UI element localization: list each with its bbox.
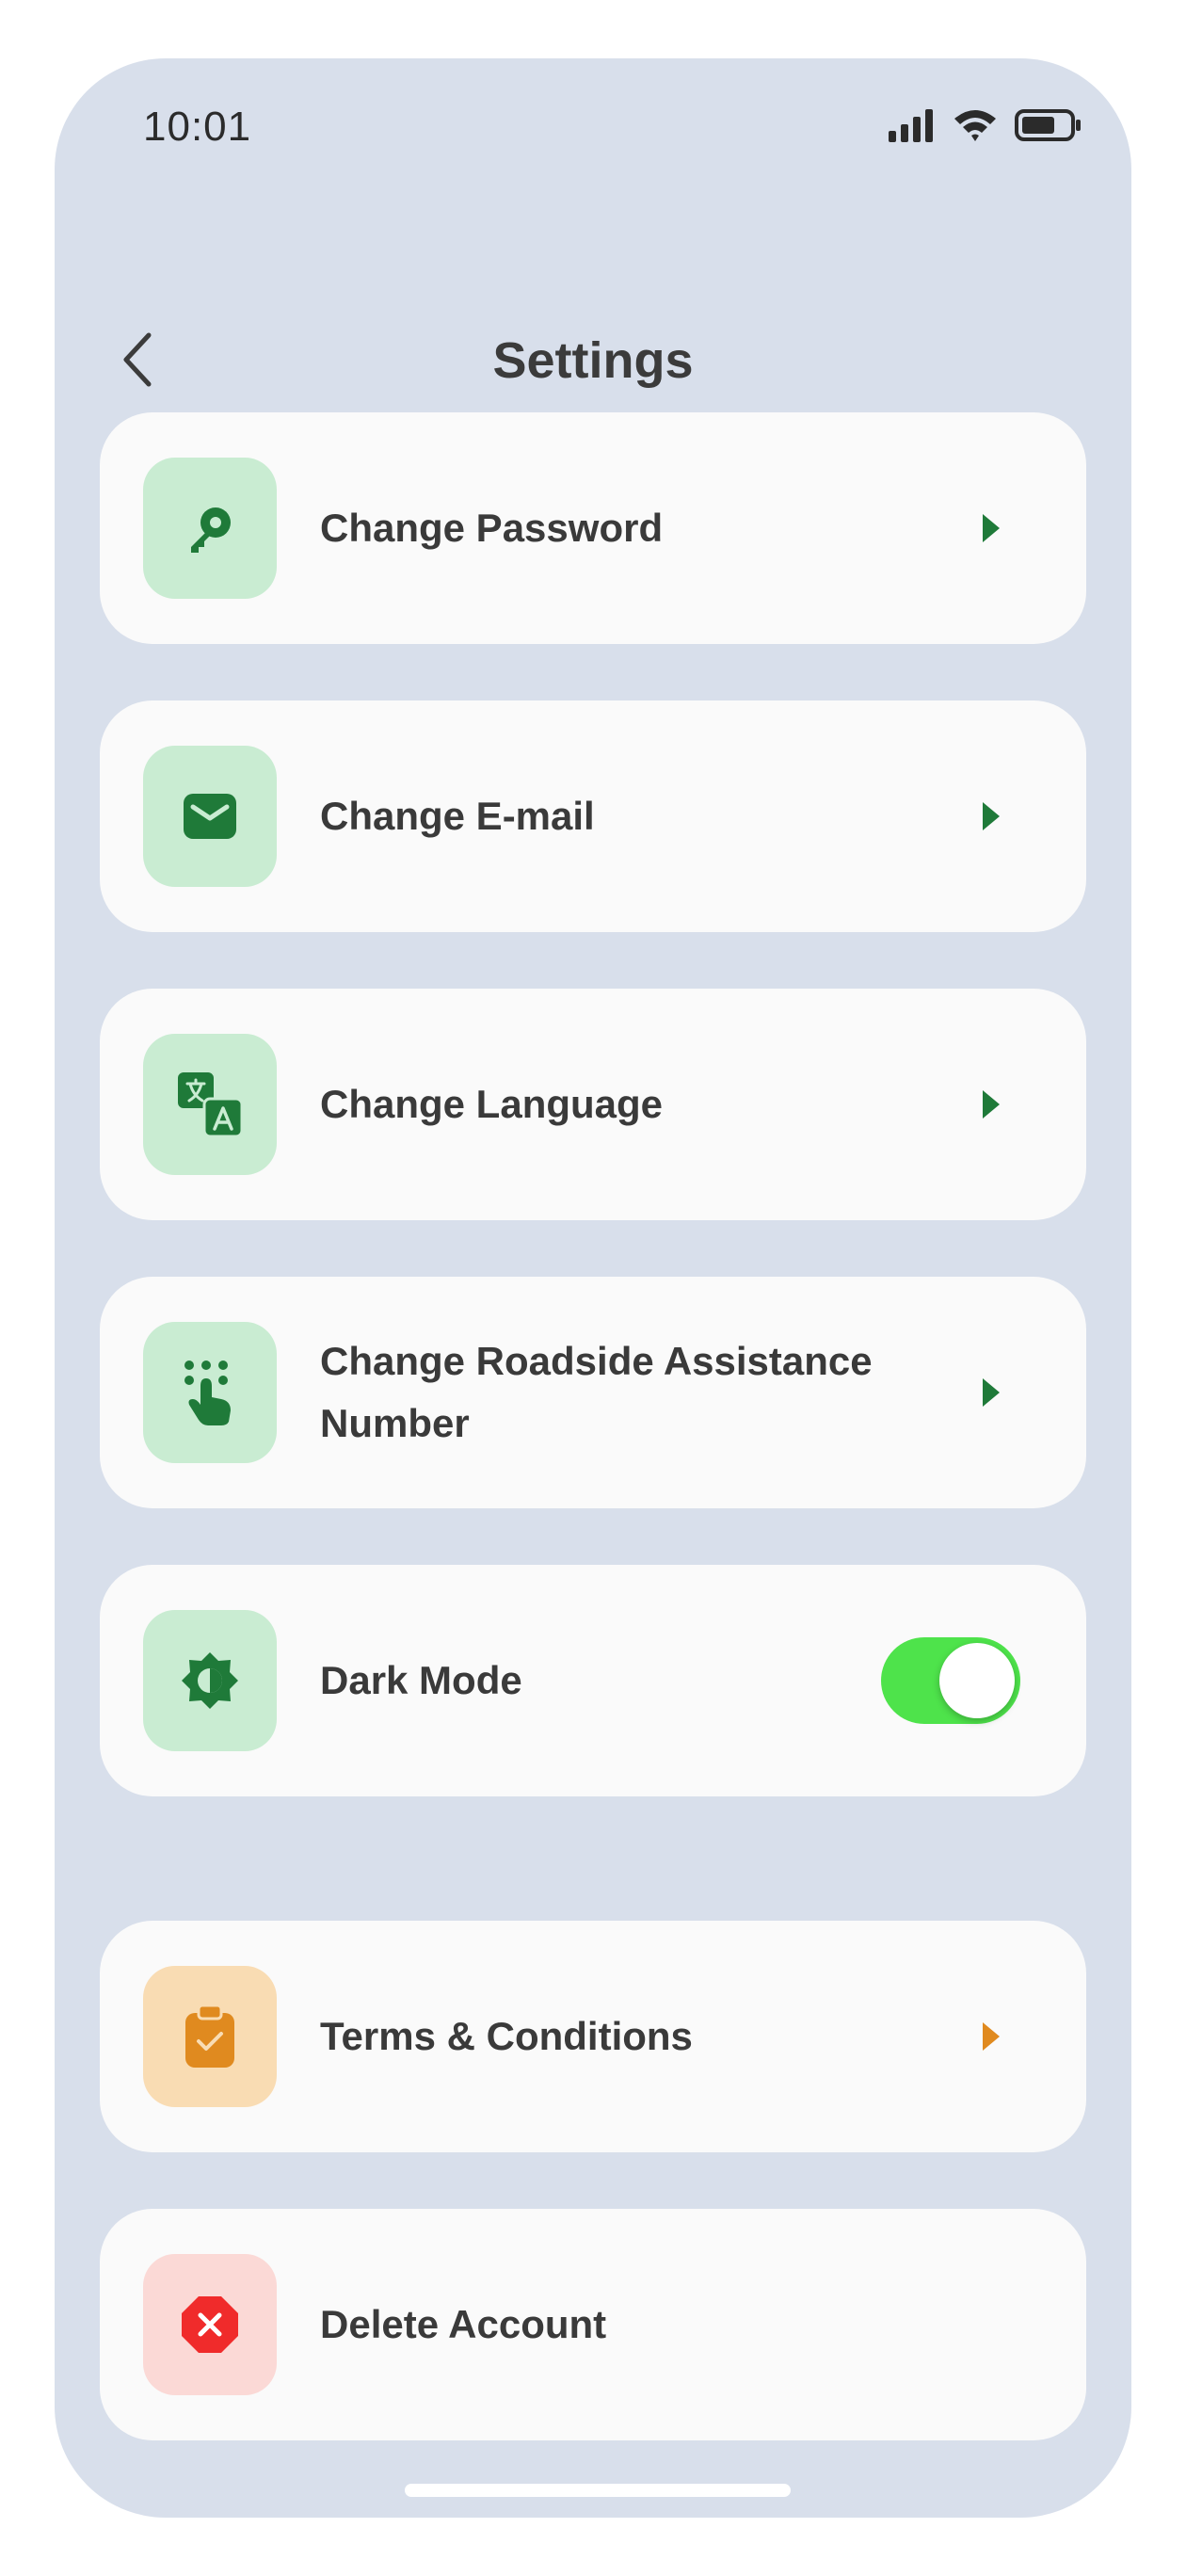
setting-label: Change Password bbox=[320, 506, 664, 550]
setting-delete-account[interactable]: Delete Account bbox=[100, 2209, 1086, 2440]
dialpad-icon bbox=[184, 1360, 231, 1425]
battery-icon bbox=[1015, 108, 1082, 147]
icon-tile bbox=[143, 2254, 277, 2395]
chevron-right-icon bbox=[983, 1090, 1000, 1119]
wifi-icon bbox=[953, 107, 998, 148]
header: Settings bbox=[55, 303, 1131, 416]
setting-label: Terms & Conditions bbox=[320, 2014, 693, 2058]
mail-icon bbox=[184, 794, 236, 839]
page-title: Settings bbox=[492, 332, 694, 389]
translate-icon bbox=[178, 1072, 244, 1138]
setting-label: Change Language bbox=[320, 1082, 664, 1126]
signal-icon bbox=[887, 108, 936, 147]
icon-tile bbox=[143, 1610, 277, 1751]
status-bar: 10:01 bbox=[55, 58, 1131, 200]
setting-change-roadside-number[interactable]: Change Roadside Assistance Number bbox=[100, 1277, 1086, 1508]
status-time: 10:01 bbox=[143, 104, 252, 150]
chevron-right-icon bbox=[983, 1378, 1000, 1407]
icon-tile bbox=[143, 1322, 277, 1463]
dark-mode-toggle[interactable] bbox=[881, 1637, 1020, 1724]
setting-label: Change E-mail bbox=[320, 794, 595, 838]
icon-tile bbox=[143, 746, 277, 887]
home-indicator[interactable] bbox=[405, 2484, 791, 2497]
icon-tile bbox=[143, 458, 277, 599]
chevron-right-icon bbox=[983, 514, 1000, 542]
brightness-icon bbox=[182, 1652, 238, 1709]
setting-dark-mode: Dark Mode bbox=[100, 1565, 1086, 1796]
setting-change-email[interactable]: Change E-mail bbox=[100, 700, 1086, 932]
icon-tile bbox=[143, 1034, 277, 1175]
setting-label: Change Roadside Assistance Number bbox=[320, 1339, 873, 1445]
clipboard-check-icon bbox=[185, 2004, 234, 2068]
status-icons bbox=[887, 107, 1082, 148]
setting-label: Dark Mode bbox=[320, 1658, 522, 1702]
setting-change-language[interactable]: Change Language bbox=[100, 989, 1086, 1220]
setting-change-password[interactable]: Change Password bbox=[100, 412, 1086, 644]
setting-label: Delete Account bbox=[320, 2302, 607, 2346]
chevron-right-icon bbox=[983, 802, 1000, 830]
cancel-octagon-icon bbox=[182, 2296, 238, 2353]
setting-terms-conditions[interactable]: Terms & Conditions bbox=[100, 1921, 1086, 2152]
phone-screen: 10:01 Settings Change Password Change E-… bbox=[55, 58, 1131, 2518]
toggle-knob bbox=[939, 1643, 1015, 1718]
icon-tile bbox=[143, 1966, 277, 2107]
chevron-right-icon bbox=[983, 2022, 1000, 2051]
key-icon bbox=[191, 507, 231, 553]
